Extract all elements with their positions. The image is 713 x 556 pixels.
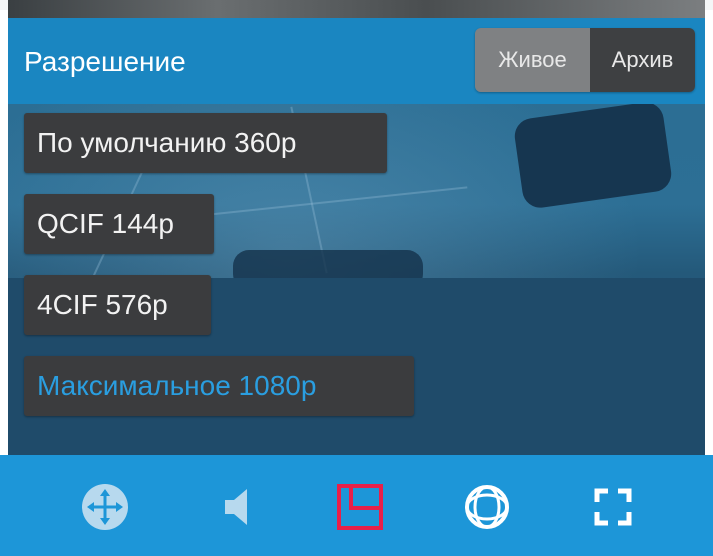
bottom-toolbar: [0, 455, 713, 556]
fisheye-icon: [464, 484, 510, 530]
fisheye-button[interactable]: [459, 479, 515, 535]
ptz-move-icon: [81, 483, 129, 531]
video-top-edge: [8, 0, 705, 18]
tab-live[interactable]: Живое: [475, 28, 590, 92]
resolution-option-max[interactable]: Максимальное 1080p: [24, 356, 414, 416]
live-archive-toggle: Живое Архив: [475, 28, 695, 92]
speaker-icon: [221, 487, 251, 527]
layout-resolution-icon: [337, 484, 383, 530]
sound-button[interactable]: [208, 479, 264, 535]
resolution-option-qcif[interactable]: QCIF 144p: [24, 194, 214, 254]
resolution-header: Разрешение Живое Архив: [8, 18, 705, 104]
camera-view-screen: Разрешение Живое Архив По умолчанию 360p…: [0, 0, 713, 556]
resolution-option-4cif[interactable]: 4CIF 576p: [24, 275, 211, 335]
fullscreen-button[interactable]: [585, 479, 641, 535]
resolution-option-default[interactable]: По умолчанию 360p: [24, 113, 387, 173]
fullscreen-icon: [593, 487, 633, 527]
resolution-button[interactable]: [332, 479, 388, 535]
ptz-move-button[interactable]: [77, 479, 133, 535]
header-title: Разрешение: [24, 46, 186, 77]
tab-archive[interactable]: Архив: [590, 28, 695, 92]
